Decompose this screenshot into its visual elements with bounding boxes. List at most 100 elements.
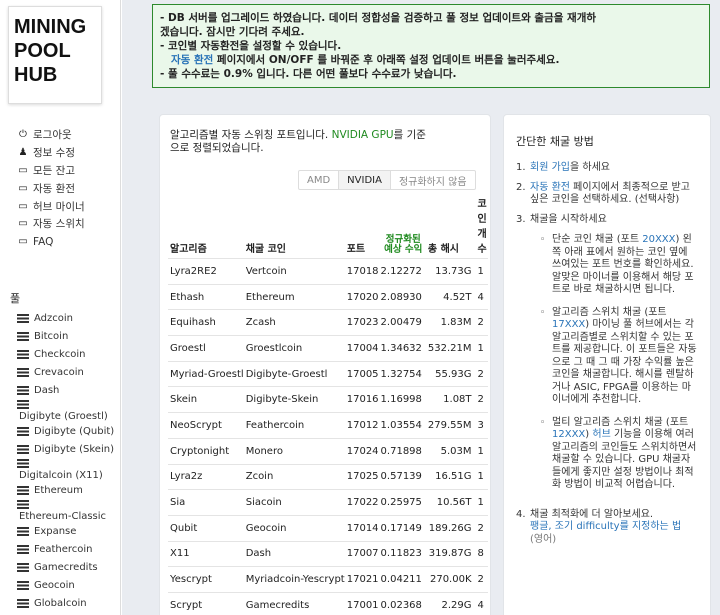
list-icon <box>17 426 29 436</box>
menu-item-auto-switch[interactable]: ▭ 자동 스위치 <box>17 215 84 233</box>
cell-coin: Vertcoin <box>243 258 345 285</box>
guide-step: 2. 자동 환전 페이지에서 최종적으로 받고 싶은 코인을 선택하세요. (선택… <box>516 181 690 206</box>
table-row[interactable]: Sia Siacoin 17022 0.25975 10.56T 1 <box>168 489 488 516</box>
table-row[interactable]: X11 Dash 17007 0.11823 319.87G 8 <box>168 540 488 567</box>
auto-exchange-guide-link[interactable]: 자동 환전 <box>530 182 570 193</box>
cell-algorithm: Skein <box>168 386 244 413</box>
pool-item[interactable]: Digibyte (Qubit) <box>17 422 120 440</box>
tab-nvidia[interactable]: NVIDIA <box>338 171 391 189</box>
pool-label: Ethereum-Classic <box>19 511 107 522</box>
pool-item[interactable]: Globalcoin <box>17 594 120 612</box>
cell-algorithm: Sia <box>168 489 244 516</box>
menu-item-auto-exchange[interactable]: ▭ 자동 환전 <box>17 179 85 197</box>
header-profit[interactable]: 정규화된 예상 수익 <box>379 195 426 259</box>
pool-item[interactable]: Digibyte (Groestl) <box>17 399 120 422</box>
table-row[interactable]: Cryptonight Monero 17024 0.71898 5.03M 1 <box>168 437 488 464</box>
pool-item[interactable]: Geocoin <box>17 576 120 594</box>
cell-coin: Zcoin <box>243 463 345 490</box>
table-row[interactable]: Ethash Ethereum 17020 2.08930 4.52T 4 <box>168 283 488 310</box>
table-row[interactable]: Lyra2RE2 Vertcoin 17018 2.12272 13.73G 1 <box>168 258 488 285</box>
menu-item-hub-miner[interactable]: ▭ 허브 마이너 <box>17 197 85 215</box>
table-row[interactable]: Skein Digibyte-Skein 17016 1.16998 1.08T 2 <box>168 386 488 413</box>
logo-line-1: MINING <box>14 16 87 38</box>
menu-label: 허브 마이너 <box>33 200 85 213</box>
menu-item-balances[interactable]: ▭ 모든 잔고 <box>17 162 85 180</box>
intro-part: 를 기준 <box>393 129 426 141</box>
method-text: 단순 코인 채굴 (포트 <box>552 234 643 245</box>
pool-item[interactable]: Crevacoin <box>17 363 120 381</box>
pool-label: Checkcoin <box>34 348 86 360</box>
pool-item[interactable]: Dash <box>17 381 120 399</box>
list-icon <box>17 313 29 323</box>
cell-hashrate: 4.52T <box>425 283 476 310</box>
table-row[interactable]: Groestl Groestlcoin 17004 1.34632 532.21M 1 <box>168 335 488 362</box>
cell-port: 17020 <box>344 283 379 310</box>
pool-label: Gamecredits <box>34 561 98 573</box>
method-text: 멀티 알고리즘 스위치 채굴 (포트 <box>552 416 689 428</box>
cell-profit: 2.08930 <box>378 283 426 310</box>
cell-port: 17007 <box>344 540 379 567</box>
menu-item-logout[interactable]: ⏻ 로그아웃 <box>17 126 85 144</box>
pool-item[interactable]: Ethereum <box>17 481 120 499</box>
signup-link[interactable]: 회원 가입 <box>530 162 570 173</box>
step-text: 채굴 최적화에 더 알아보세요. <box>530 508 654 520</box>
table-row[interactable]: NeoScrypt Feathercoin 17012 1.03554 279.55M 3 <box>168 412 488 439</box>
method-item: ◦ 단순 코인 채굴 (포트 20XXX) 왼쪽 아래 표에서 원하는 코인 옆에… <box>540 234 694 295</box>
auto-exchange-link[interactable]: 자동 환전 <box>171 54 213 66</box>
cell-profit: 0.17149 <box>378 514 426 542</box>
monitor-icon: ▭ <box>18 200 28 212</box>
list-icon <box>17 500 29 509</box>
header-coin[interactable]: 채굴 코인 <box>244 195 345 259</box>
logo[interactable]: MINING POOL HUB <box>8 6 102 104</box>
pool-list: Adzcoin Bitcoin Checkcoin Crevacoin Dash… <box>17 309 120 612</box>
table-row[interactable]: Yescrypt Myriadcoin-Yescrypt 17021 0.04211 2… <box>168 566 488 593</box>
pool-item[interactable]: Digibyte (Skein) <box>17 440 120 458</box>
pool-section-title: 풀 <box>10 292 21 305</box>
account-menu: ⏻ 로그아웃 ♟ 정보 수정 ▭ 모든 잔고 ▭ 자동 환전 ▭ 허브 마이너 ▭ 자동 스… <box>17 126 85 251</box>
tab-not-normalized[interactable]: 정규화하지 않음 <box>391 171 475 189</box>
pool-label: Feathercoin <box>34 543 93 555</box>
header-port[interactable]: 포트 <box>345 195 379 259</box>
intro-part: 알고리즘별 자동 스위칭 포트입니다. <box>170 129 332 141</box>
step-text: 채굴을 시작하세요 <box>530 213 607 225</box>
list-icon <box>17 562 29 572</box>
pool-item[interactable]: Ethereum-Classic <box>17 499 120 522</box>
pool-item[interactable]: Gamecredits <box>17 558 120 576</box>
pool-item[interactable]: Feathercoin <box>17 540 120 558</box>
cell-coin: Feathercoin <box>243 412 345 439</box>
pool-item[interactable]: Adzcoin <box>17 309 120 327</box>
menu-item-profile[interactable]: ♟ 정보 수정 <box>17 144 85 162</box>
guide-title: 간단한 채굴 방법 <box>516 135 594 148</box>
logo-line-2: POOL <box>14 40 71 62</box>
logo-line-3: HUB <box>14 64 58 86</box>
tab-amd[interactable]: AMD <box>299 171 338 189</box>
difficulty-link[interactable]: 팽글, 조기 difficulty를 지정하는 법 <box>530 521 681 532</box>
table-row[interactable]: Myriad-Groestl Digibyte-Groestl 17005 1.327… <box>168 360 488 387</box>
table-row[interactable]: Scrypt Gamecredits 17001 0.02368 2.29G 4 <box>168 591 488 615</box>
cell-hashrate: 270.00K <box>425 566 476 593</box>
pool-item[interactable]: Checkcoin <box>17 345 120 363</box>
method-item: ◦ 알고리즘 스위치 채굴 (포트 17XXX) 마이닝 풀 허브에서는 각 알고… <box>540 306 697 406</box>
cell-coin-count: 1 <box>475 463 488 490</box>
header-algorithm[interactable]: 알고리즘 <box>168 195 244 259</box>
pool-label: Crevacoin <box>34 366 84 378</box>
cell-profit: 2.00479 <box>378 309 426 336</box>
table-row[interactable]: Lyra2z Zcoin 17025 0.57139 16.51G 1 <box>168 463 488 490</box>
guide-card: 간단한 채굴 방법 1. 회원 가입을 하세요 2. 자동 환전 페이지에서 최종적… <box>503 114 711 615</box>
header-hashrate[interactable]: 총 해시 <box>426 195 476 259</box>
cell-coin: Ethereum <box>243 283 345 310</box>
cell-hashrate: 1.83M <box>425 309 476 336</box>
cell-profit: 0.11823 <box>378 540 426 567</box>
header-coin-count[interactable]: 코인 개수 <box>476 195 488 259</box>
pool-item[interactable]: Digitalcoin (X11) <box>17 458 120 481</box>
step-text: (영어) <box>530 533 557 545</box>
notice-line: - 코인별 자동환전을 설정할 수 있습니다. <box>160 40 342 52</box>
cell-hashrate: 279.55M <box>425 412 476 439</box>
menu-item-faq[interactable]: ▭ FAQ <box>17 233 85 251</box>
hub-link[interactable]: 허브 <box>592 429 610 440</box>
table-row[interactable]: Equihash Zcash 17023 2.00479 1.83M 2 <box>168 309 488 336</box>
pool-item[interactable]: Expanse <box>17 522 120 540</box>
pool-item[interactable]: Bitcoin <box>17 327 120 345</box>
table-row[interactable]: Qubit Geocoin 17014 0.17149 189.26G 2 <box>168 514 488 542</box>
cell-coin-count: 2 <box>475 309 488 336</box>
